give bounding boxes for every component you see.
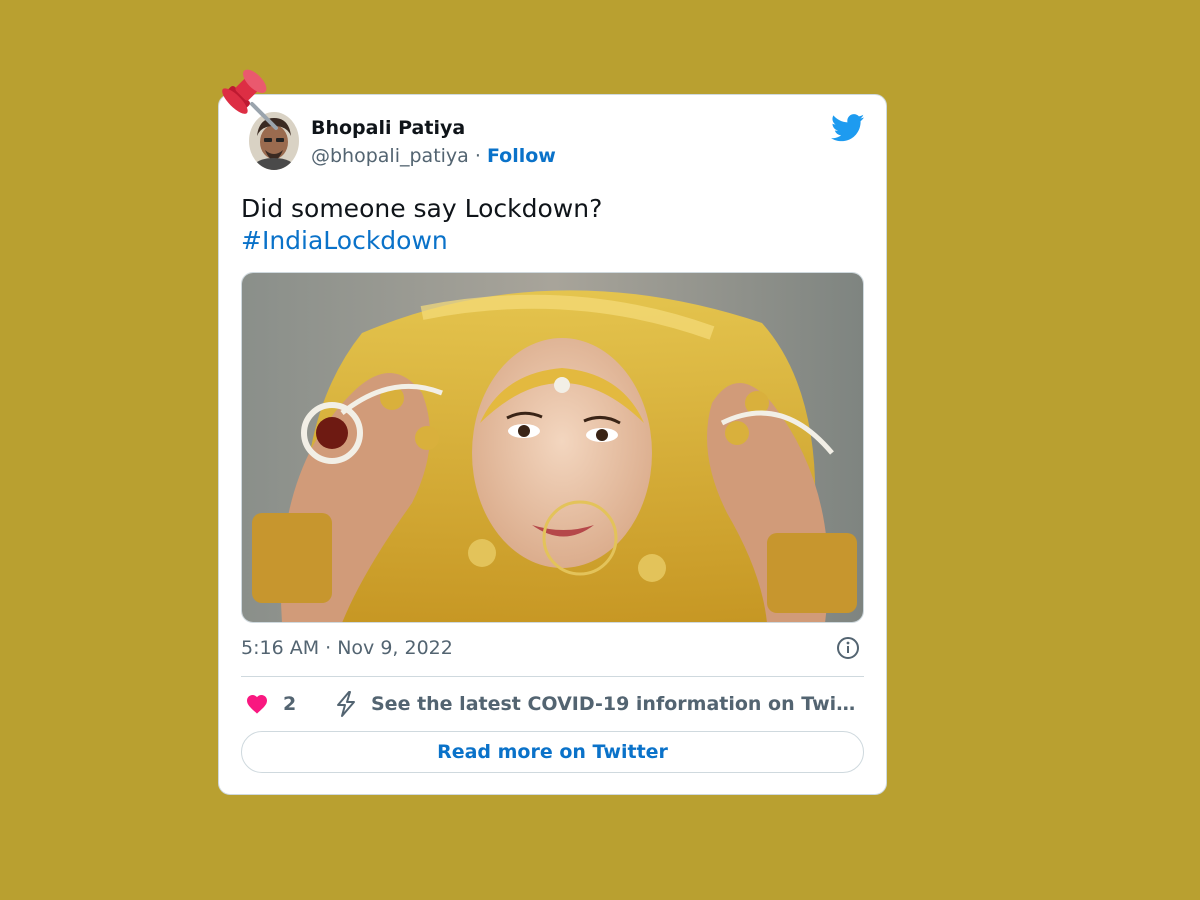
tweet-actions: 2 See the latest COVID-19 information on…	[241, 688, 864, 720]
lightning-icon	[333, 690, 359, 718]
author-handle-row: @bhopali_patiya · Follow	[311, 145, 556, 167]
tweet-media-image[interactable]	[241, 272, 864, 623]
divider	[241, 676, 864, 677]
like-count[interactable]: 2	[283, 693, 296, 715]
info-icon[interactable]	[836, 636, 860, 660]
pushpin-icon	[214, 66, 286, 138]
tweet-timestamp[interactable]: 5:16 AM · Nov 9, 2022	[241, 637, 453, 659]
author-handle[interactable]: @bhopali_patiya	[311, 145, 469, 167]
twitter-bird-icon[interactable]	[831, 114, 865, 142]
covid-info-link[interactable]: See the latest COVID-19 information on T…	[371, 693, 863, 715]
read-more-button[interactable]: Read more on Twitter	[241, 731, 864, 773]
author-name[interactable]: Bhopali Patiya	[311, 117, 465, 139]
follow-button[interactable]: Follow	[487, 145, 556, 167]
heart-icon[interactable]	[245, 692, 269, 716]
separator-dot: ·	[474, 145, 481, 167]
tweet-text-line: Did someone say Lockdown?	[241, 194, 603, 223]
tweet-text: Did someone say Lockdown? #IndiaLockdown	[241, 193, 602, 257]
hashtag-link[interactable]: #IndiaLockdown	[241, 225, 602, 257]
